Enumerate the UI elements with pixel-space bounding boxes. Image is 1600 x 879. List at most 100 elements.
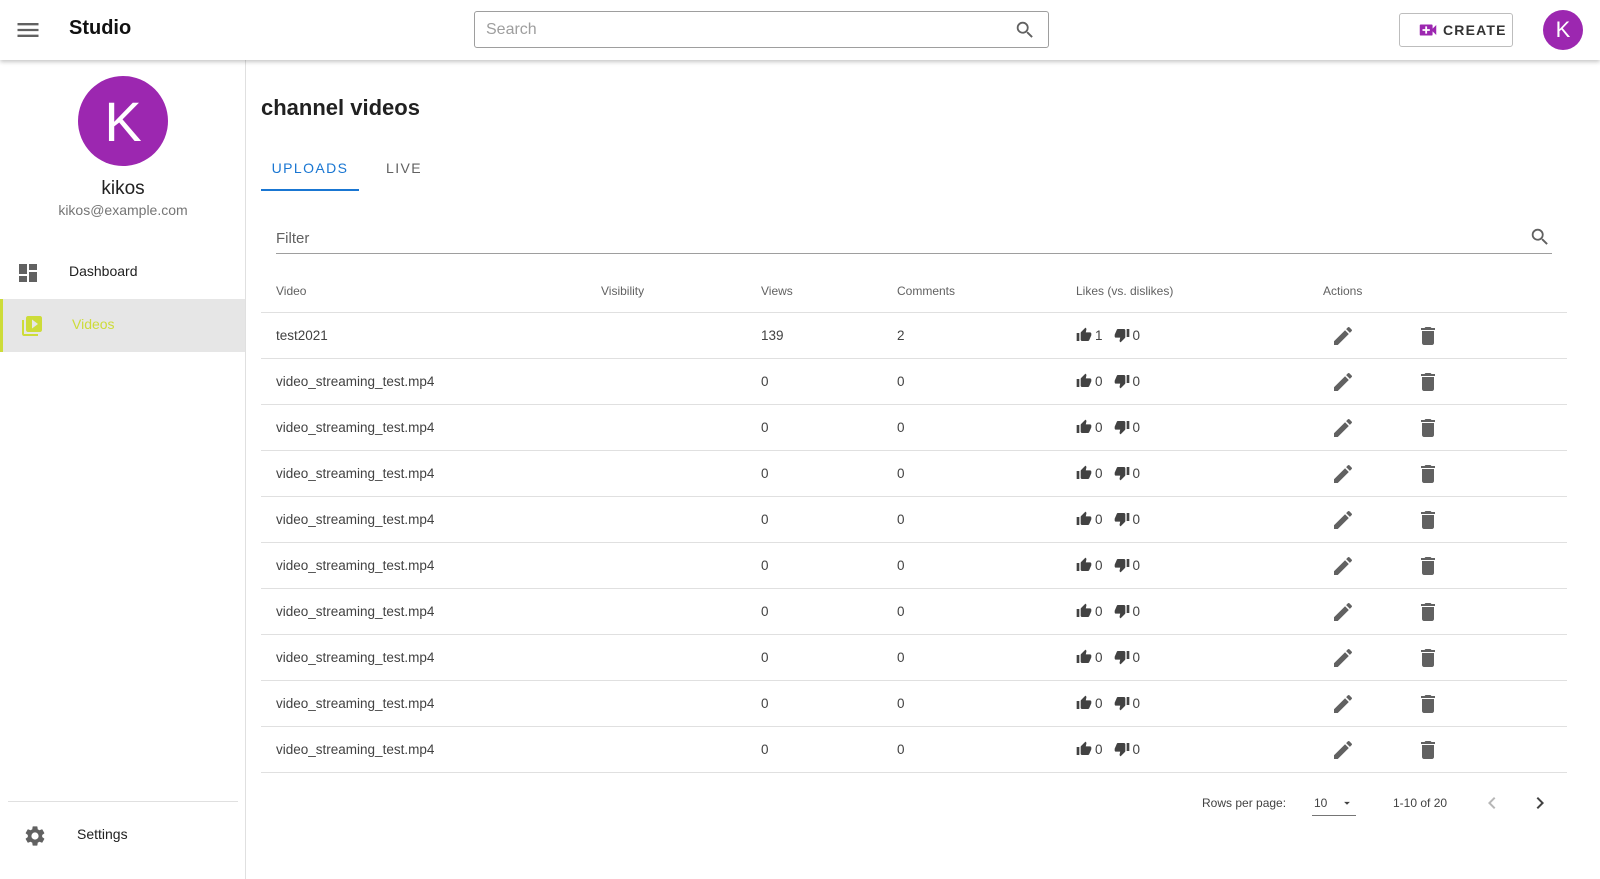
chevron-right-icon[interactable] xyxy=(1528,791,1552,815)
column-header-visibility[interactable]: Visibility xyxy=(601,284,644,298)
delete-icon[interactable] xyxy=(1416,646,1440,670)
views-count: 0 xyxy=(761,558,769,573)
video-title[interactable]: video_streaming_test.mp4 xyxy=(276,512,434,527)
thumb-down-icon xyxy=(1114,465,1130,481)
edit-icon[interactable] xyxy=(1331,370,1355,394)
app-bar: Studio CREATE K xyxy=(0,0,1600,60)
likes-cell: 00 xyxy=(1076,741,1140,757)
likes-cell: 10 xyxy=(1076,327,1140,343)
sidebar-item-dashboard[interactable]: Dashboard xyxy=(0,246,245,299)
likes-cell: 00 xyxy=(1076,649,1140,665)
sidebar-item-videos[interactable]: Videos xyxy=(0,299,245,352)
table-row[interactable]: video_streaming_test.mp4 0 0 0 0 xyxy=(261,359,1567,405)
tab-live[interactable]: LIVE xyxy=(379,148,429,190)
likes-count: 0 xyxy=(1095,465,1103,481)
channel-avatar: K xyxy=(78,76,168,166)
search-field xyxy=(474,11,1049,48)
video-title[interactable]: test2021 xyxy=(276,328,328,343)
divider xyxy=(8,801,238,802)
rows-per-page-select[interactable]: 10 xyxy=(1312,790,1356,816)
thumb-down-icon xyxy=(1114,373,1130,389)
sidebar-item-settings[interactable]: Settings xyxy=(0,809,245,862)
comments-count: 0 xyxy=(897,558,905,573)
tab-uploads[interactable]: UPLOADS xyxy=(261,148,359,190)
thumb-up-icon xyxy=(1076,327,1092,343)
column-header-actions: Actions xyxy=(1323,284,1363,298)
table-row[interactable]: test2021 139 2 1 0 xyxy=(261,313,1567,359)
delete-icon[interactable] xyxy=(1416,554,1440,578)
likes-cell: 00 xyxy=(1076,373,1140,389)
table-row[interactable]: video_streaming_test.mp4 0 0 0 0 xyxy=(261,405,1567,451)
video-title[interactable]: video_streaming_test.mp4 xyxy=(276,696,434,711)
video-title[interactable]: video_streaming_test.mp4 xyxy=(276,466,434,481)
thumb-down-icon xyxy=(1114,419,1130,435)
tab-indicator xyxy=(261,189,359,191)
table-row[interactable]: video_streaming_test.mp4 0 0 0 0 xyxy=(261,727,1567,773)
thumb-down-icon xyxy=(1114,695,1130,711)
table-row[interactable]: video_streaming_test.mp4 0 0 0 0 xyxy=(261,635,1567,681)
video-title[interactable]: video_streaming_test.mp4 xyxy=(276,742,434,757)
dislikes-count: 0 xyxy=(1132,511,1141,527)
comments-count: 0 xyxy=(897,466,905,481)
delete-icon[interactable] xyxy=(1416,692,1440,716)
edit-icon[interactable] xyxy=(1331,508,1355,532)
delete-icon[interactable] xyxy=(1416,370,1440,394)
column-header-comments[interactable]: Comments xyxy=(897,284,955,298)
edit-icon[interactable] xyxy=(1331,554,1355,578)
edit-icon[interactable] xyxy=(1331,462,1355,486)
likes-count: 0 xyxy=(1095,695,1103,711)
column-header-video[interactable]: Video xyxy=(276,284,306,298)
user-email: kikos@example.com xyxy=(58,202,188,218)
comments-count: 0 xyxy=(897,696,905,711)
video-title[interactable]: video_streaming_test.mp4 xyxy=(276,604,434,619)
edit-icon[interactable] xyxy=(1331,692,1355,716)
edit-icon[interactable] xyxy=(1331,646,1355,670)
menu-icon[interactable] xyxy=(14,16,42,44)
thumb-down-icon xyxy=(1114,603,1130,619)
table-row[interactable]: video_streaming_test.mp4 0 0 0 0 xyxy=(261,543,1567,589)
edit-icon[interactable] xyxy=(1331,600,1355,624)
chevron-left-icon[interactable] xyxy=(1480,791,1504,815)
column-header-views[interactable]: Views xyxy=(761,284,793,298)
table-row[interactable]: video_streaming_test.mp4 0 0 0 0 xyxy=(261,451,1567,497)
rows-per-page-value: 10 xyxy=(1314,796,1328,810)
delete-icon[interactable] xyxy=(1416,324,1440,348)
views-count: 0 xyxy=(761,420,769,435)
table-row[interactable]: video_streaming_test.mp4 0 0 0 0 xyxy=(261,589,1567,635)
video-title[interactable]: video_streaming_test.mp4 xyxy=(276,650,434,665)
thumb-up-icon xyxy=(1076,373,1092,389)
likes-count: 0 xyxy=(1095,741,1103,757)
thumb-up-icon xyxy=(1076,741,1092,757)
likes-count: 0 xyxy=(1095,649,1103,665)
sidebar-item-label: Settings xyxy=(77,826,128,842)
edit-icon[interactable] xyxy=(1331,738,1355,762)
delete-icon[interactable] xyxy=(1416,508,1440,532)
video-title[interactable]: video_streaming_test.mp4 xyxy=(276,558,434,573)
filter-input[interactable] xyxy=(276,226,1476,250)
table-row[interactable]: video_streaming_test.mp4 0 0 0 0 xyxy=(261,681,1567,727)
sidebar: K kikos kikos@example.com Dashboard Vide… xyxy=(0,60,246,879)
search-input[interactable] xyxy=(486,12,986,47)
edit-icon[interactable] xyxy=(1331,416,1355,440)
delete-icon[interactable] xyxy=(1416,416,1440,440)
comments-count: 0 xyxy=(897,604,905,619)
likes-cell: 00 xyxy=(1076,603,1140,619)
views-count: 0 xyxy=(761,466,769,481)
video-title[interactable]: video_streaming_test.mp4 xyxy=(276,374,434,389)
table-row[interactable]: video_streaming_test.mp4 0 0 0 0 xyxy=(261,497,1567,543)
views-count: 0 xyxy=(761,650,769,665)
column-header-likes[interactable]: Likes (vs. dislikes) xyxy=(1076,284,1173,298)
edit-icon[interactable] xyxy=(1331,324,1355,348)
delete-icon[interactable] xyxy=(1416,738,1440,762)
sidebar-item-label: Dashboard xyxy=(69,263,138,279)
create-button[interactable]: CREATE xyxy=(1399,13,1513,47)
likes-cell: 00 xyxy=(1076,465,1140,481)
video-title[interactable]: video_streaming_test.mp4 xyxy=(276,420,434,435)
delete-icon[interactable] xyxy=(1416,462,1440,486)
account-avatar[interactable]: K xyxy=(1543,10,1583,50)
delete-icon[interactable] xyxy=(1416,600,1440,624)
views-count: 0 xyxy=(761,604,769,619)
thumb-down-icon xyxy=(1114,511,1130,527)
search-icon[interactable] xyxy=(1529,226,1551,248)
search-icon[interactable] xyxy=(1014,19,1036,41)
